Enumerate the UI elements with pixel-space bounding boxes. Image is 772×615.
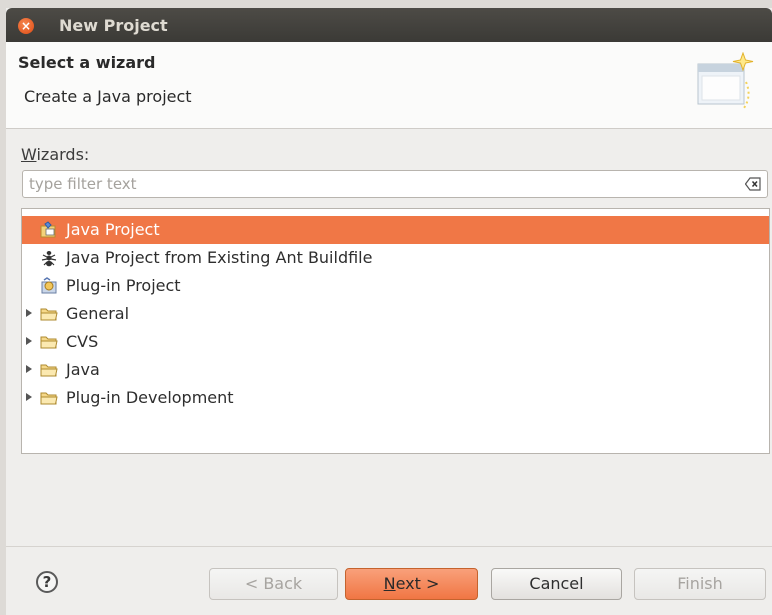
java-project-icon bbox=[40, 221, 58, 239]
tree-item[interactable]: Plug-in Development bbox=[22, 384, 769, 412]
wizards-label: Wizards: bbox=[21, 145, 90, 164]
finish-button[interactable]: Finish bbox=[634, 568, 766, 600]
close-icon: × bbox=[20, 19, 32, 33]
tree-item[interactable]: CVS bbox=[22, 328, 769, 356]
expand-arrow-icon[interactable] bbox=[26, 365, 32, 373]
wizard-header: Select a wizard Create a Java project bbox=[6, 42, 772, 129]
tree-item-label: CVS bbox=[66, 332, 99, 351]
folder-icon bbox=[40, 389, 58, 407]
filter-field[interactable] bbox=[22, 170, 768, 198]
tree-item[interactable]: General bbox=[22, 300, 769, 328]
tree-item[interactable]: Java Project from Existing Ant Buildfile bbox=[22, 244, 769, 272]
tree-item-label: Java bbox=[66, 360, 100, 379]
expand-arrow-icon[interactable] bbox=[26, 309, 32, 317]
help-button[interactable]: ? bbox=[36, 571, 58, 593]
back-button[interactable]: < Back bbox=[209, 568, 338, 600]
clear-filter-icon[interactable] bbox=[745, 177, 761, 191]
folder-icon bbox=[40, 333, 58, 351]
tree-item-label: Plug-in Development bbox=[66, 388, 234, 407]
folder-icon bbox=[40, 361, 58, 379]
tree-item-label: Java Project bbox=[66, 220, 160, 239]
new-window-icon bbox=[697, 52, 754, 109]
folder-icon bbox=[40, 305, 58, 323]
cancel-button[interactable]: Cancel bbox=[491, 568, 622, 600]
expand-arrow-icon[interactable] bbox=[26, 337, 32, 345]
close-button[interactable]: × bbox=[18, 18, 34, 34]
tree-item[interactable]: Java bbox=[22, 356, 769, 384]
expand-arrow-icon[interactable] bbox=[26, 393, 32, 401]
new-project-dialog: × New Project Select a wizard Create a J… bbox=[6, 8, 772, 615]
tree-item[interactable]: Java Project bbox=[22, 216, 769, 244]
wizard-tree[interactable]: Java Project Java Project from Existing A… bbox=[21, 208, 770, 454]
header-description: Create a Java project bbox=[24, 87, 192, 106]
tree-item-label: Plug-in Project bbox=[66, 276, 181, 295]
tree-item-label: Java Project from Existing Ant Buildfile bbox=[66, 248, 373, 267]
title-bar: × New Project bbox=[6, 8, 772, 42]
tree-item[interactable]: Plug-in Project bbox=[22, 272, 769, 300]
plugin-project-icon bbox=[40, 277, 58, 295]
window-title: New Project bbox=[59, 16, 168, 35]
filter-input[interactable] bbox=[29, 174, 729, 194]
help-icon: ? bbox=[42, 573, 52, 591]
ant-icon bbox=[40, 249, 58, 267]
tree-item-label: General bbox=[66, 304, 130, 323]
next-button[interactable]: Next > bbox=[345, 568, 478, 600]
footer-divider bbox=[6, 546, 772, 547]
header-title: Select a wizard bbox=[18, 53, 156, 72]
